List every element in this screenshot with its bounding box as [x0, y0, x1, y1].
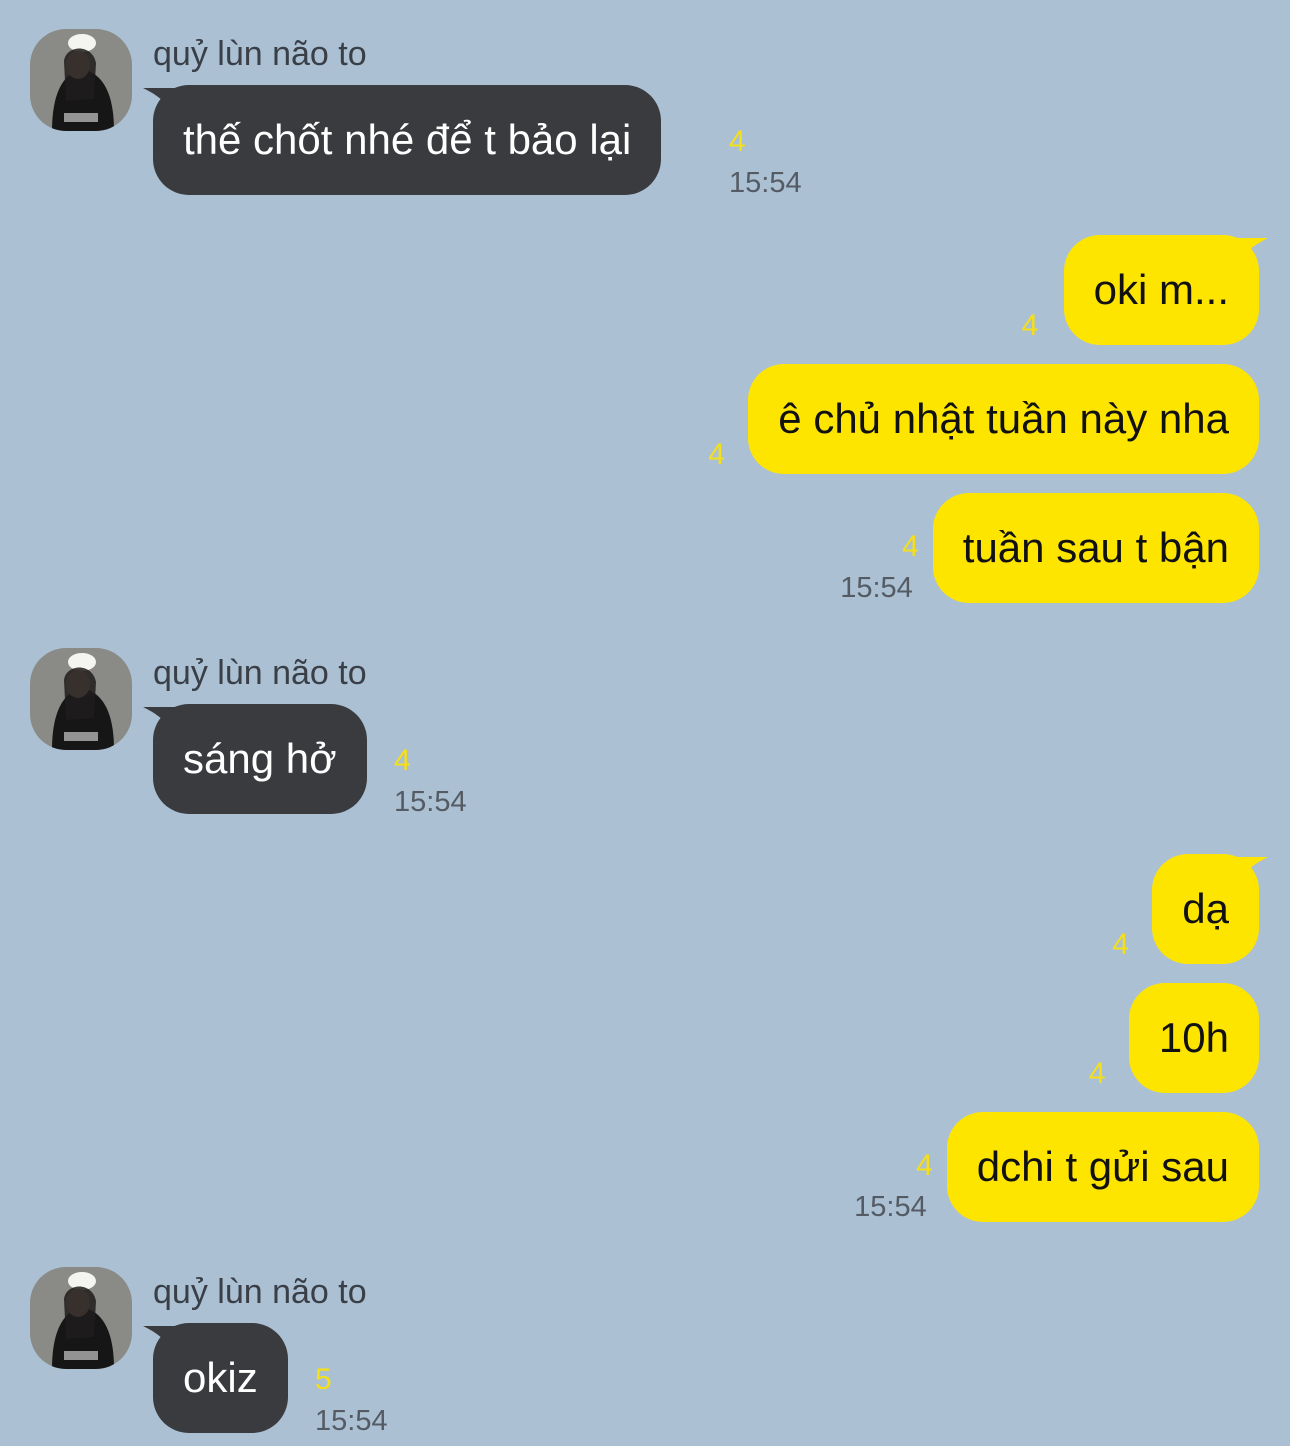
- incoming-message-bubble[interactable]: thế chốt nhé để t bảo lại: [153, 85, 662, 195]
- message-text: ê chủ nhật tuần này nha: [778, 395, 1229, 442]
- message-time: 15:54: [729, 167, 802, 199]
- unread-count: 4: [729, 125, 746, 158]
- unread-count: 4: [1112, 928, 1129, 961]
- contact-avatar[interactable]: [30, 1267, 132, 1369]
- message-time: 15:54: [394, 786, 467, 818]
- message-text: tuần sau t bận: [962, 524, 1229, 571]
- outgoing-message-bubble[interactable]: ê chủ nhật tuần này nha 4: [708, 364, 1259, 474]
- unread-count: 4: [1021, 309, 1039, 342]
- message-time: 15:54: [840, 572, 913, 604]
- unread-count: 4: [1088, 1057, 1106, 1090]
- unread-count: 4: [916, 1149, 933, 1182]
- outgoing-message-bubble[interactable]: oki m... 4: [1022, 235, 1259, 345]
- unread-count: 5: [315, 1363, 332, 1396]
- outgoing-message-bubble[interactable]: dchi t gửi sau 4 15:54: [854, 1112, 1259, 1223]
- unread-count: 4: [902, 530, 919, 563]
- sender-name: quỷ lùn não to: [153, 35, 367, 73]
- avatar-photo-icon: [30, 1267, 132, 1369]
- avatar-photo-icon: [30, 29, 132, 131]
- message-text: dạ: [1182, 885, 1229, 932]
- sender-name: quỷ lùn não to: [153, 654, 367, 692]
- outgoing-message-bubble[interactable]: 10h 4: [1089, 983, 1259, 1093]
- incoming-message-bubble[interactable]: sáng hở: [153, 704, 367, 814]
- message-text: okiz: [183, 1354, 258, 1401]
- message-text: oki m...: [1093, 266, 1229, 313]
- outgoing-message-bubble[interactable]: tuần sau t bận 4 15:54: [840, 493, 1259, 604]
- unread-count: 4: [708, 438, 725, 471]
- message-text: thế chốt nhé để t bảo lại: [183, 116, 632, 163]
- sender-name: quỷ lùn não to: [153, 1273, 367, 1311]
- incoming-message-bubble[interactable]: okiz: [153, 1323, 288, 1433]
- message-text: sáng hở: [183, 735, 337, 782]
- outgoing-message-bubble[interactable]: dạ 4: [1112, 854, 1259, 964]
- message-time: 15:54: [854, 1191, 927, 1223]
- avatar-photo-icon: [30, 648, 132, 750]
- message-text: dchi t gửi sau: [976, 1143, 1229, 1190]
- message-text: 10h: [1158, 1014, 1229, 1061]
- message-time: 15:54: [315, 1405, 388, 1437]
- contact-avatar[interactable]: [30, 648, 132, 750]
- contact-avatar[interactable]: [30, 29, 132, 131]
- unread-count: 4: [394, 744, 411, 777]
